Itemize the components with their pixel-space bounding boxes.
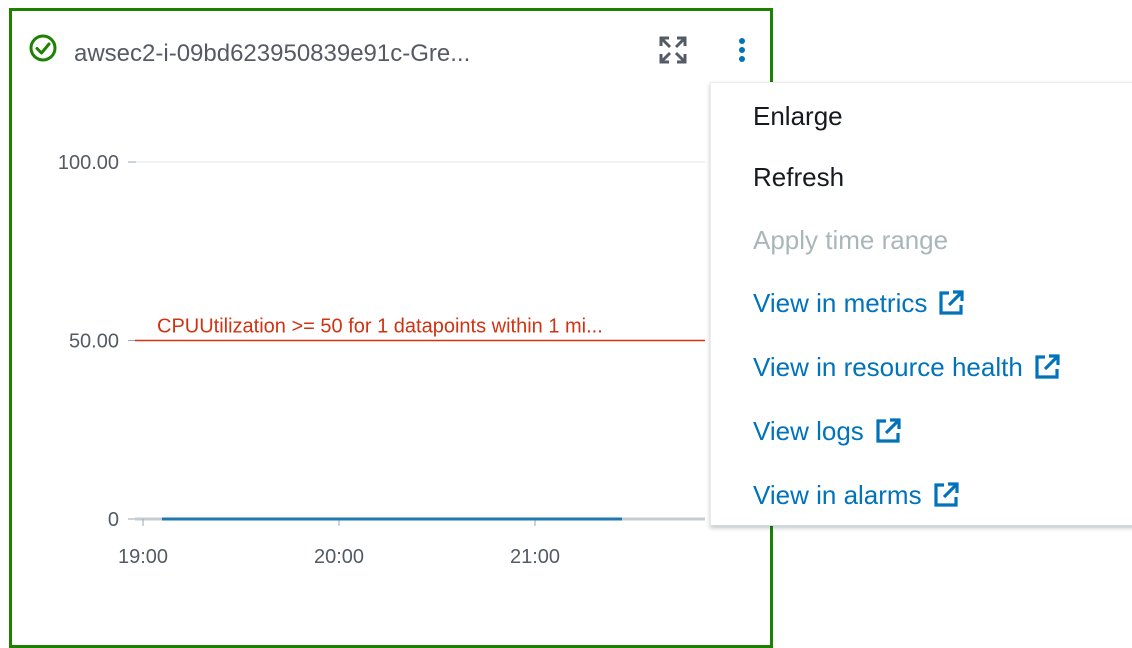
alarm-threshold-label: CPUUtilization >= 50 for 1 datapoints wi…: [157, 316, 603, 338]
x-tick-label: 19:00: [118, 546, 168, 568]
y-tick-label: 100.00: [58, 152, 119, 174]
menu-item-view-in-alarms[interactable]: View in alarms: [753, 475, 960, 515]
menu-item-apply-time-range: Apply time range: [753, 220, 948, 260]
menu-item-label: View logs: [753, 416, 864, 446]
menu-item-label: Enlarge: [753, 101, 843, 131]
menu-item-view-in-resource-health[interactable]: View in resource health: [753, 347, 1061, 387]
cpu-utilization-chart: 100.00 50.00 0 19:00 20:00 21:00 CPUUtilizatio…: [58, 152, 705, 568]
menu-item-label: Refresh: [753, 162, 845, 192]
menu-item-view-logs[interactable]: View logs: [753, 411, 902, 451]
menu-item-label: View in resource health: [753, 352, 1023, 382]
menu-item-enlarge[interactable]: Enlarge: [753, 96, 843, 136]
widget-actions-menu: Enlarge Refresh Apply time range View in me…: [710, 82, 1132, 526]
menu-item-view-in-metrics[interactable]: View in metrics: [753, 283, 965, 323]
menu-item-label: Apply time range: [753, 225, 949, 255]
external-link-icon: [939, 290, 964, 315]
external-link-icon: [933, 482, 959, 507]
x-tick-label: 20:00: [314, 546, 364, 568]
x-tick-label: 21:00: [510, 546, 560, 568]
external-link-icon: [1035, 354, 1060, 379]
external-link-icon: [876, 418, 901, 443]
menu-item-refresh[interactable]: Refresh: [753, 157, 844, 197]
menu-item-label: View in metrics: [753, 288, 928, 318]
y-tick-label: 50.00: [69, 331, 119, 353]
kebab-menu-icon[interactable]: [730, 33, 754, 69]
y-tick-label: 0: [108, 509, 119, 531]
menu-item-label: View in alarms: [753, 480, 922, 510]
